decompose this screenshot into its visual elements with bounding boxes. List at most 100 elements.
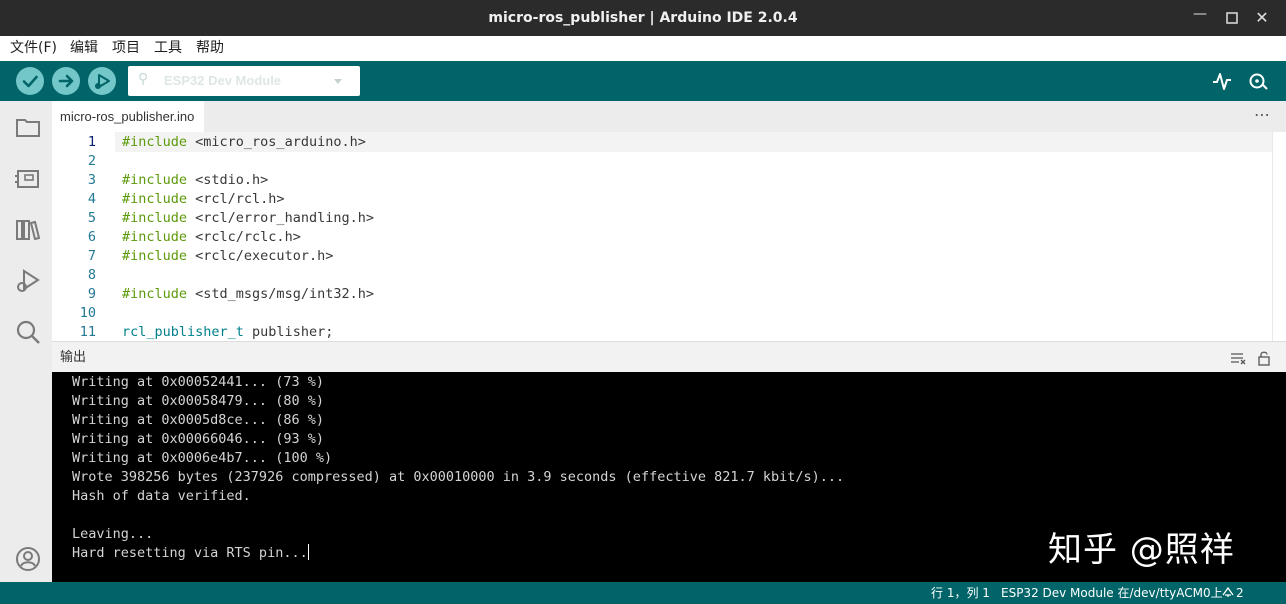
menu-edit[interactable]: 编辑 (70, 36, 98, 61)
line-number: 4 (87, 191, 96, 207)
lock-icon[interactable] (1256, 350, 1272, 366)
cursor-position[interactable]: 行 1，列 1 (931, 582, 990, 604)
code-line[interactable]: 7 #include <rclc/executor.h> (52, 247, 1252, 266)
menu-file[interactable]: 文件(F) (10, 36, 57, 61)
usb-icon: ⚲ (138, 71, 149, 87)
code-line[interactable]: 4 #include <rcl/rcl.h> (52, 190, 1252, 209)
code-token: <std_msgs/msg/int32.h> (187, 286, 374, 302)
console-line: Hard resetting via RTS pin... (72, 544, 309, 561)
close-icon[interactable]: ✕ (1252, 8, 1272, 28)
debug-icon[interactable] (14, 267, 42, 295)
code-line[interactable]: 8 (52, 266, 1252, 285)
console-line: Writing at 0x0006e4b7... (100 %) (72, 450, 333, 466)
line-number: 10 (79, 305, 96, 321)
upload-button[interactable] (52, 67, 80, 95)
debug-play-icon (95, 74, 110, 89)
code-text: rcl_publisher_t publisher; (122, 323, 333, 341)
menu-sketch[interactable]: 项目 (112, 36, 140, 61)
console-line: Writing at 0x00058479... (80 %) (72, 393, 324, 409)
watermark: 知乎 @照祥 (1048, 530, 1235, 570)
code-text: #include <micro_ros_arduino.h> (122, 133, 366, 152)
debug-button[interactable] (88, 67, 116, 95)
board-name: ESP32 Dev Module (164, 73, 282, 88)
code-text: #include <stdio.h> (122, 171, 268, 190)
menu-help[interactable]: 帮助 (196, 36, 224, 61)
line-number: 1 (87, 134, 96, 150)
code-token: #include (122, 229, 188, 245)
code-text: #include <rcl/rcl.h> (122, 190, 285, 209)
toolbar: ⚲ ESP32 Dev Module (0, 61, 1286, 101)
line-number: 5 (87, 210, 96, 226)
code-text: #include <rclc/executor.h> (122, 247, 333, 266)
text-cursor (307, 544, 309, 560)
board-port-status[interactable]: ESP32 Dev Module 在/dev/ttyACM0上 (1001, 582, 1223, 604)
line-number: 8 (87, 267, 96, 283)
console-line: Wrote 398256 bytes (237926 compressed) a… (72, 469, 845, 485)
code-token: #include (122, 248, 188, 264)
verify-button[interactable] (16, 67, 44, 95)
output-console[interactable]: Writing at 0x00052441... (73 %) Writing a… (52, 372, 1286, 582)
line-number: 7 (87, 248, 96, 264)
search-icon[interactable] (14, 318, 42, 346)
library-manager-icon[interactable] (14, 216, 42, 244)
chevron-down-icon (334, 79, 342, 84)
console-line: Writing at 0x00052441... (73 %) (72, 374, 324, 390)
code-token: #include (122, 172, 188, 188)
notification-count: 2 (1236, 586, 1244, 600)
line-number: 9 (87, 286, 96, 302)
code-text: #include <rclc/rclc.h> (122, 228, 301, 247)
code-line[interactable]: 9 #include <std_msgs/msg/int32.h> (52, 285, 1252, 304)
arrow-right-icon (58, 74, 74, 88)
console-line: Writing at 0x00066046... (93 %) (72, 431, 324, 447)
notification-icon[interactable] (1222, 582, 1234, 604)
line-number: 3 (87, 172, 96, 188)
code-token: publisher; (243, 324, 334, 340)
code-text: #include <rcl/error_handling.h> (122, 209, 374, 228)
clear-output-icon[interactable] (1230, 350, 1246, 366)
menu-bar: 文件(F) 编辑 项目 工具 帮助 (0, 36, 1286, 61)
code-token: <rclc/rclc.h> (187, 229, 301, 245)
boards-manager-icon[interactable] (14, 165, 42, 193)
console-line: Writing at 0x0005d8ce... (86 %) (72, 412, 324, 428)
console-line: Hash of data verified. (72, 488, 251, 504)
code-token: rcl_publisher_t (122, 324, 244, 340)
code-line[interactable]: 2 (52, 152, 1252, 171)
code-line[interactable]: 5 #include <rcl/error_handling.h> (52, 209, 1252, 228)
code-token: #include (122, 191, 188, 207)
line-number: 11 (79, 324, 96, 340)
checkmark-icon (22, 75, 38, 88)
code-token: <stdio.h> (187, 172, 269, 188)
serial-monitor-icon[interactable] (1246, 69, 1270, 93)
window-title-bar: micro-ros_publisher | Arduino IDE 2.0.4 … (0, 0, 1286, 36)
tab-sketch-file[interactable]: micro-ros_publisher.ino (52, 101, 204, 132)
code-text: #include <std_msgs/msg/int32.h> (122, 285, 374, 304)
code-token: #include (122, 134, 188, 150)
code-line[interactable]: 3 #include <stdio.h> (52, 171, 1252, 190)
code-line[interactable]: 1 #include <micro_ros_arduino.h> (52, 133, 1252, 152)
maximize-icon[interactable] (1222, 8, 1242, 28)
code-editor[interactable]: 1 #include <micro_ros_arduino.h> 2 3 #includ… (52, 132, 1286, 341)
code-token: <rcl/rcl.h> (187, 191, 285, 207)
code-token: <micro_ros_arduino.h> (187, 134, 366, 150)
folder-icon[interactable] (14, 113, 42, 141)
code-line[interactable]: 6 #include <rclc/rclc.h> (52, 228, 1252, 247)
serial-plotter-icon[interactable] (1210, 69, 1234, 93)
window-title: micro-ros_publisher | Arduino IDE 2.0.4 (488, 10, 798, 26)
code-token: #include (122, 286, 188, 302)
console-line: Leaving... (72, 526, 154, 542)
code-line[interactable]: 10 (52, 304, 1252, 323)
editor-scrollbar[interactable] (1272, 132, 1286, 341)
account-icon[interactable] (14, 545, 42, 573)
more-icon[interactable]: ⋯ (1252, 101, 1272, 129)
output-panel-header: 输出 (52, 341, 1286, 373)
code-token: #include (122, 210, 188, 226)
activity-sidebar (0, 101, 52, 582)
line-number: 2 (87, 153, 96, 169)
minimize-icon[interactable]: — (1190, 4, 1210, 24)
menu-tools[interactable]: 工具 (154, 36, 182, 61)
line-number: 6 (87, 229, 96, 245)
board-selector[interactable]: ⚲ ESP32 Dev Module (128, 66, 360, 96)
status-bar: 行 1，列 1 ESP32 Dev Module 在/dev/ttyACM0上 … (0, 582, 1286, 604)
code-line[interactable]: 11 rcl_publisher_t publisher; (52, 323, 1252, 341)
code-token: <rcl/error_handling.h> (187, 210, 374, 226)
